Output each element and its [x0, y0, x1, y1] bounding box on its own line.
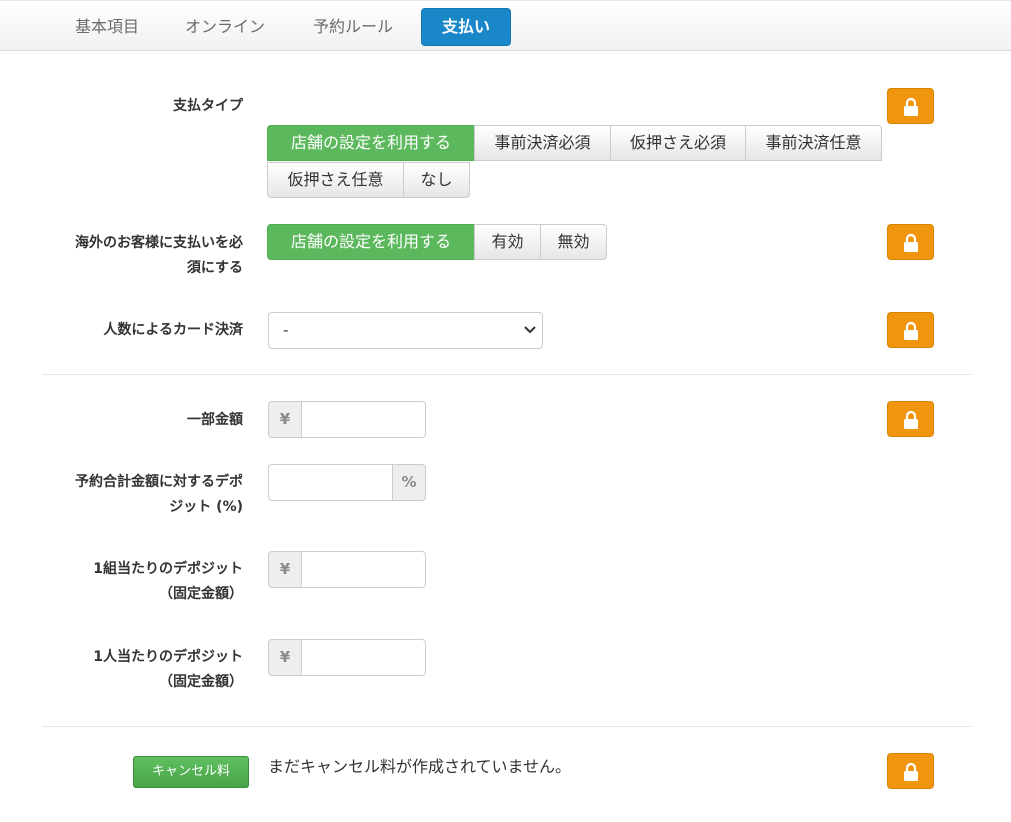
deposit-per-group-input[interactable]: [301, 551, 426, 588]
payment-type-option-none[interactable]: なし: [403, 162, 470, 198]
cancel-fee-message: まだキャンセル料が作成されていません。: [268, 757, 572, 776]
partial-amount-input[interactable]: [301, 401, 426, 438]
card-by-people-select[interactable]: -: [268, 312, 543, 349]
divider: [42, 726, 972, 727]
tab-basic[interactable]: 基本項目: [65, 9, 149, 47]
percent-suffix: %: [392, 464, 426, 501]
deposit-per-person-label-line2: （固定金額）: [159, 674, 243, 690]
deposit-per-person-label-line1: 1人当たりのデポジット: [93, 649, 243, 665]
deposit-per-person-label: 1人当たりのデポジット （固定金額）: [43, 645, 243, 695]
payment-type-option-prepay-required[interactable]: 事前決済必須: [474, 125, 611, 161]
card-by-people-label: 人数によるカード決済: [103, 322, 243, 338]
overseas-label-line1: 海外のお客様に支払いを必: [75, 235, 243, 251]
tab-payment[interactable]: 支払い: [421, 8, 511, 46]
deposit-per-person-input[interactable]: [301, 639, 426, 676]
cancel-fee-button[interactable]: キャンセル料: [133, 756, 249, 788]
cancel-fee-lock-button[interactable]: [887, 753, 934, 789]
lock-icon: [904, 411, 918, 429]
lock-icon: [904, 763, 918, 781]
chevron-down-icon: [524, 326, 536, 334]
payment-type-option-hold-optional[interactable]: 仮押さえ任意: [267, 162, 404, 198]
overseas-option-enabled[interactable]: 有効: [474, 224, 541, 260]
tab-bar: 基本項目 オンライン 予約ルール 支払い: [0, 0, 1011, 51]
payment-type-lock-button[interactable]: [887, 88, 934, 124]
lock-icon: [904, 98, 918, 116]
deposit-per-group-label: 1組当たりのデポジット （固定金額）: [43, 557, 243, 607]
payment-type-option-hold-required[interactable]: 仮押さえ必須: [610, 125, 746, 161]
card-by-people-value: -: [283, 321, 289, 339]
overseas-lock-button[interactable]: [887, 224, 934, 260]
yen-prefix: ¥: [268, 551, 302, 588]
deposit-percent-label: 予約合計金額に対するデポ ジット (%): [43, 470, 243, 520]
tab-online[interactable]: オンライン: [175, 9, 275, 47]
tab-reservation-rules[interactable]: 予約ルール: [303, 9, 403, 47]
partial-amount-lock-button[interactable]: [887, 401, 934, 437]
overseas-option-store-setting[interactable]: 店舗の設定を利用する: [267, 224, 475, 260]
deposit-percent-label-line2: ジット (%): [169, 499, 243, 515]
overseas-label-line2: 須にする: [186, 260, 243, 276]
deposit-per-group-label-line1: 1組当たりのデポジット: [93, 561, 243, 577]
payment-type-option-store-setting[interactable]: 店舗の設定を利用する: [267, 125, 475, 161]
lock-icon: [904, 322, 918, 340]
payment-type-option-prepay-optional[interactable]: 事前決済任意: [745, 125, 882, 161]
overseas-option-disabled[interactable]: 無効: [540, 224, 607, 260]
yen-prefix: ¥: [268, 401, 302, 438]
lock-icon: [904, 234, 918, 252]
deposit-percent-input[interactable]: [268, 464, 394, 501]
deposit-per-group-label-line2: （固定金額）: [159, 586, 243, 602]
partial-amount-label: 一部金額: [187, 412, 243, 428]
deposit-percent-label-line1: 予約合計金額に対するデポ: [75, 474, 243, 490]
yen-prefix: ¥: [268, 639, 302, 676]
divider: [42, 374, 972, 375]
overseas-label: 海外のお客様に支払いを必 須にする: [43, 231, 243, 281]
payment-type-label: 支払タイプ: [173, 98, 243, 114]
card-by-people-lock-button[interactable]: [887, 312, 934, 348]
